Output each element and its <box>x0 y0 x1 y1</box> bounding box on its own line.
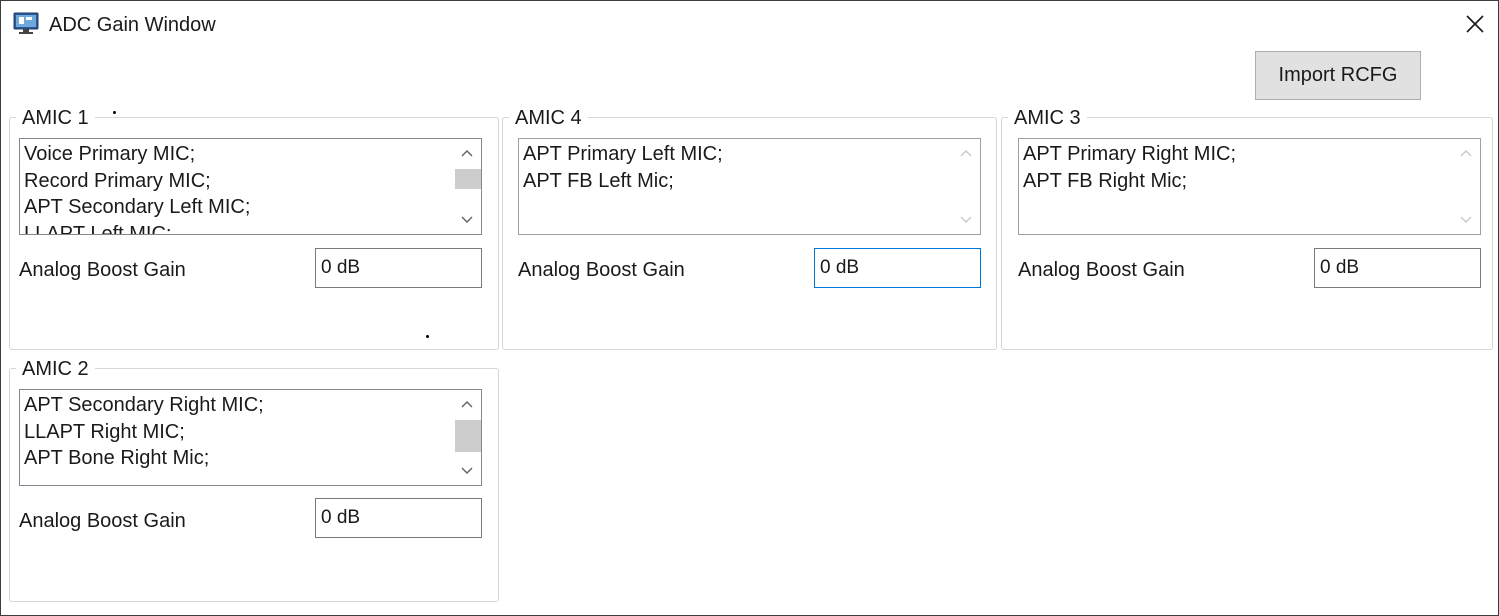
scroll-thumb[interactable] <box>455 420 481 452</box>
scroll-down-arrow-icon <box>1452 206 1480 234</box>
close-button[interactable] <box>1458 7 1492 41</box>
analog-boost-gain-label: Analog Boost Gain <box>19 510 186 532</box>
list-item[interactable]: APT Primary Right MIC; <box>1023 141 1450 168</box>
scroll-down-arrow-icon <box>952 206 980 234</box>
close-icon <box>1466 15 1484 33</box>
analog-boost-gain-label: Analog Boost Gain <box>1018 259 1185 281</box>
list-item[interactable]: APT FB Left Mic; <box>523 168 950 195</box>
scroll-up-arrow-icon[interactable] <box>453 139 481 167</box>
group-title-amic1: AMIC 1 <box>16 106 95 130</box>
window-title: ADC Gain Window <box>49 14 216 36</box>
scroll-up-arrow-icon[interactable] <box>453 390 481 418</box>
analog-boost-gain-input-amic4[interactable] <box>814 248 981 288</box>
group-title-amic4: AMIC 4 <box>509 106 588 130</box>
listbox-amic4[interactable]: APT Primary Left MIC; APT FB Left Mic; <box>518 138 981 235</box>
list-item[interactable]: APT Primary Left MIC; <box>523 141 950 168</box>
list-item[interactable]: Voice Primary MIC; <box>24 141 451 168</box>
list-item[interactable]: APT Secondary Left MIC; <box>24 194 451 221</box>
stray-dot <box>113 111 116 114</box>
adc-gain-window: ADC Gain Window Import RCFG AMIC 1 Voice… <box>0 0 1499 616</box>
scroll-thumb[interactable] <box>455 169 481 189</box>
scroll-up-arrow-icon <box>1452 139 1480 167</box>
scrollbar-amic1[interactable] <box>453 139 481 234</box>
group-amic1: AMIC 1 Voice Primary MIC; Record Primary… <box>9 106 499 350</box>
list-item[interactable]: APT Secondary Right MIC; <box>24 392 451 419</box>
group-title-amic2: AMIC 2 <box>16 357 95 381</box>
list-item[interactable]: APT Bone Right Mic; <box>24 445 451 472</box>
app-monitor-icon <box>13 12 39 34</box>
list-item[interactable]: LLAPT Right MIC; <box>24 419 451 446</box>
group-amic2: AMIC 2 APT Secondary Right MIC; LLAPT Ri… <box>9 357 499 602</box>
group-title-amic3: AMIC 3 <box>1008 106 1087 130</box>
analog-boost-gain-label: Analog Boost Gain <box>19 259 186 281</box>
analog-boost-gain-input-amic2[interactable] <box>315 498 482 538</box>
import-rcfg-button[interactable]: Import RCFG <box>1255 51 1421 100</box>
scrollbar-amic2[interactable] <box>453 390 481 485</box>
listbox-amic1[interactable]: Voice Primary MIC; Record Primary MIC; A… <box>19 138 482 235</box>
scrollbar-amic4 <box>952 139 980 234</box>
list-item[interactable]: Record Primary MIC; <box>24 168 451 195</box>
scroll-up-arrow-icon <box>952 139 980 167</box>
group-amic4: AMIC 4 APT Primary Left MIC; APT FB Left… <box>502 106 997 350</box>
scroll-down-arrow-icon[interactable] <box>453 206 481 234</box>
list-item[interactable]: APT FB Right Mic; <box>1023 168 1450 195</box>
list-item[interactable]: LLAPT Left MIC; <box>24 221 451 235</box>
analog-boost-gain-label: Analog Boost Gain <box>518 259 685 281</box>
scroll-down-arrow-icon[interactable] <box>453 457 481 485</box>
group-amic3: AMIC 3 APT Primary Right MIC; APT FB Rig… <box>1001 106 1493 350</box>
analog-boost-gain-input-amic1[interactable] <box>315 248 482 288</box>
listbox-amic3[interactable]: APT Primary Right MIC; APT FB Right Mic; <box>1018 138 1481 235</box>
stray-dot <box>426 335 429 338</box>
title-bar: ADC Gain Window <box>1 1 1498 47</box>
analog-boost-gain-input-amic3[interactable] <box>1314 248 1481 288</box>
listbox-amic2[interactable]: APT Secondary Right MIC; LLAPT Right MIC… <box>19 389 482 486</box>
scrollbar-amic3 <box>1452 139 1480 234</box>
